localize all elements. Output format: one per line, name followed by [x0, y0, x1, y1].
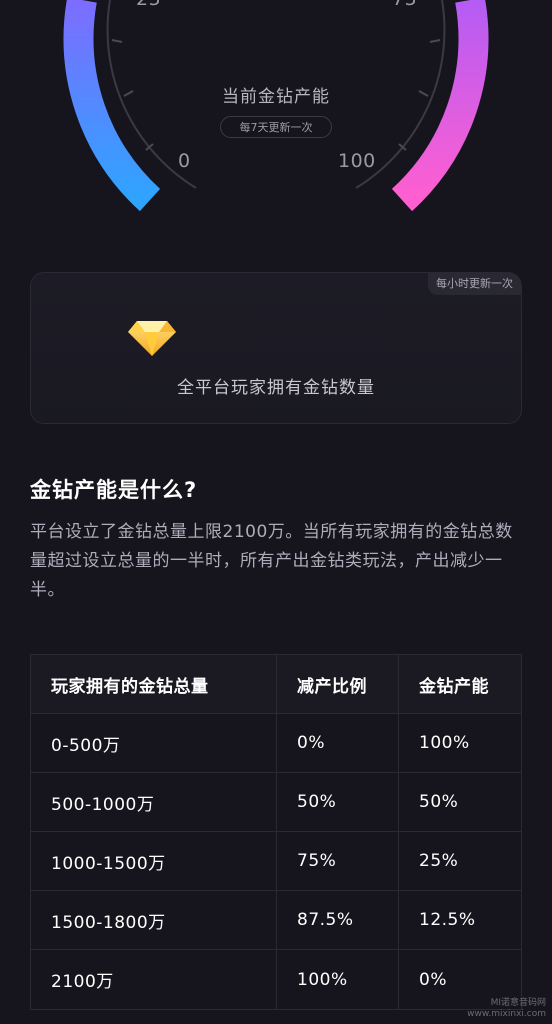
table-row: 1000-1500万 75% 25% [31, 832, 521, 891]
table-row: 1500-1800万 87.5% 12.5% [31, 891, 521, 950]
table-cell: 50% [277, 773, 399, 831]
tick-label-100: 100 [338, 150, 376, 172]
tick-label-25: 25 [136, 0, 161, 10]
table-cell: 500-1000万 [31, 773, 277, 831]
header-total-diamonds: 玩家拥有的金钻总量 [31, 655, 277, 713]
gauge-update-note: 每7天更新一次 [220, 116, 332, 138]
table-cell: 0-500万 [31, 714, 277, 772]
watermark: MI诺意音码网 www.mixinxi.com [467, 998, 546, 1020]
table-header-row: 玩家拥有的金钻总量 减产比例 金钻产能 [31, 655, 521, 714]
watermark-line1: MI诺意音码网 [490, 998, 546, 1008]
watermark-line2: www.mixinxi.com [467, 1009, 546, 1019]
tick-label-0: 0 [178, 150, 191, 172]
diamond-count-label: 全平台玩家拥有金钻数量 [177, 378, 375, 398]
header-reduction-ratio: 减产比例 [277, 655, 399, 713]
diamond-count-card: 每小时更新一次 全平台玩家拥有金钻数量 [30, 272, 522, 424]
table-cell: 2100万 [31, 950, 277, 1009]
section-description: 平台设立了金钻总量上限2100万。当所有玩家拥有的金钻总数量超过设立总量的一半时… [30, 522, 513, 600]
table-row: 2100万 100% 0% [31, 950, 521, 1009]
gauge-title: 当前金钻产能 [222, 87, 330, 107]
table-cell: 100% [419, 733, 470, 753]
table-row: 500-1000万 50% 50% [31, 773, 521, 832]
tick-label-75: 75 [392, 0, 417, 10]
hourly-update-badge: 每小时更新一次 [428, 273, 521, 295]
gauge-arc [63, 0, 489, 212]
capacity-table: 玩家拥有的金钻总量 减产比例 金钻产能 0-500万 0% 100% 500-1… [30, 654, 522, 1010]
capacity-gauge: 25 75 0 100 当前金钻产能 每7天更新一次 [0, 0, 552, 230]
table-cell: 25% [419, 851, 459, 871]
table-cell: 1500-1800万 [31, 891, 277, 949]
header-capacity: 金钻产能 [419, 676, 489, 697]
table-cell: 50% [419, 792, 459, 812]
table-cell: 87.5% [277, 891, 399, 949]
table-row: 0-500万 0% 100% [31, 714, 521, 773]
table-cell: 75% [277, 832, 399, 890]
table-cell: 12.5% [419, 910, 476, 930]
table-cell: 100% [277, 950, 399, 1009]
section-heading: 金钻产能是什么? [30, 478, 198, 502]
table-cell: 1000-1500万 [31, 832, 277, 890]
diamond-icon [128, 321, 176, 356]
table-cell: 0% [277, 714, 399, 772]
